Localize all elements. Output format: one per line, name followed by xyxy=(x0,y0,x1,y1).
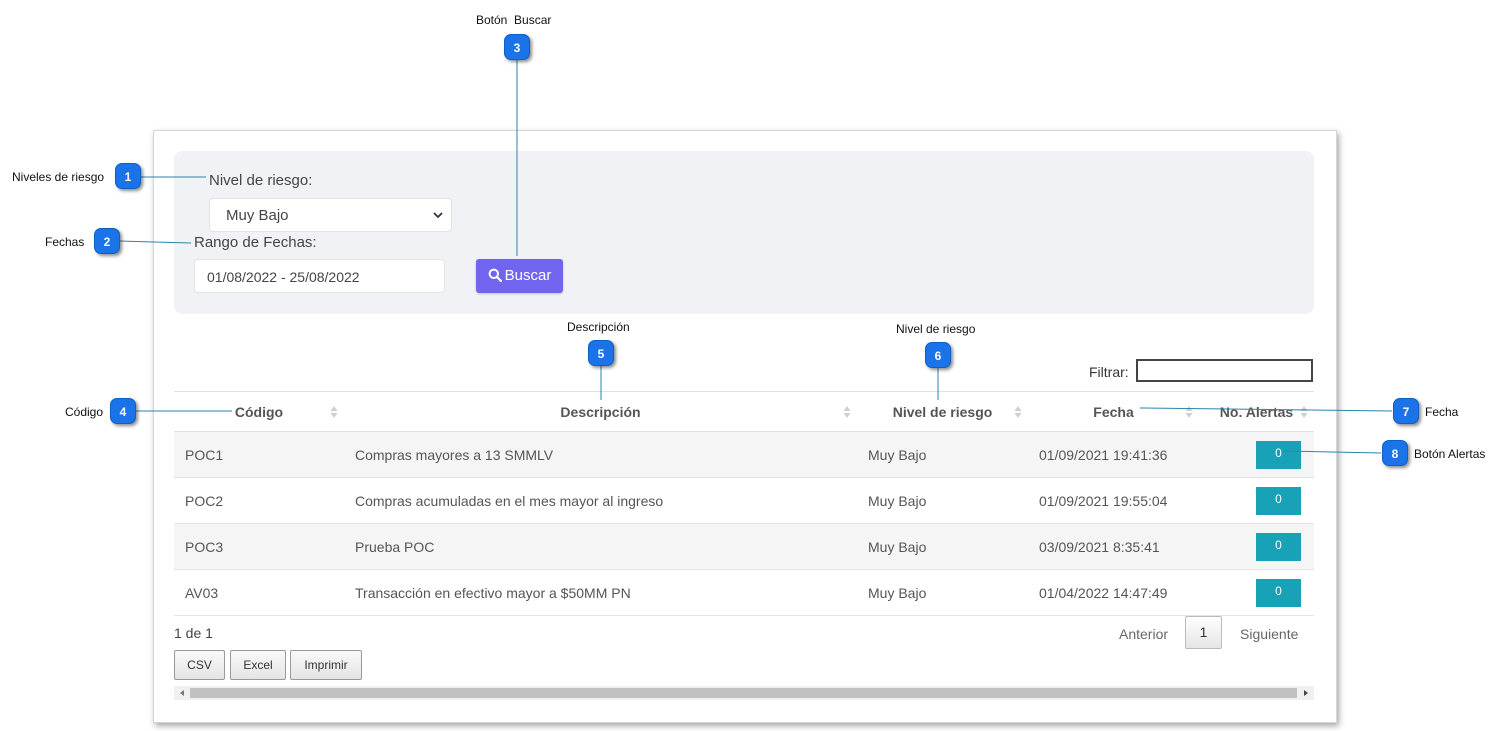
callout-label-8: Botón Alertas xyxy=(1414,447,1486,461)
callout-badge-3: 3 xyxy=(504,34,530,60)
callout-badge-5: 5 xyxy=(588,340,614,366)
callout-badge-8: 8 xyxy=(1382,440,1408,466)
callout-label-7: Fecha xyxy=(1425,405,1459,419)
callout-label-4: Código xyxy=(65,405,104,419)
callout-leader-lines xyxy=(119,60,1393,454)
callout-badge-1: 1 xyxy=(115,163,141,189)
callout-badge-2: 2 xyxy=(94,228,120,254)
callout-badge-6: 6 xyxy=(925,342,951,368)
callout-label-2: Fechas xyxy=(45,235,85,249)
callout-badge-7: 7 xyxy=(1393,398,1419,424)
callout-label-6: Nivel de riesgo xyxy=(896,322,976,336)
callout-label-5: Descripción xyxy=(567,320,630,334)
callout-label-1: Niveles de riesgo xyxy=(12,170,105,184)
callout-label-3: Botón Buscar xyxy=(476,13,552,27)
callout-badge-4: 4 xyxy=(110,398,136,424)
